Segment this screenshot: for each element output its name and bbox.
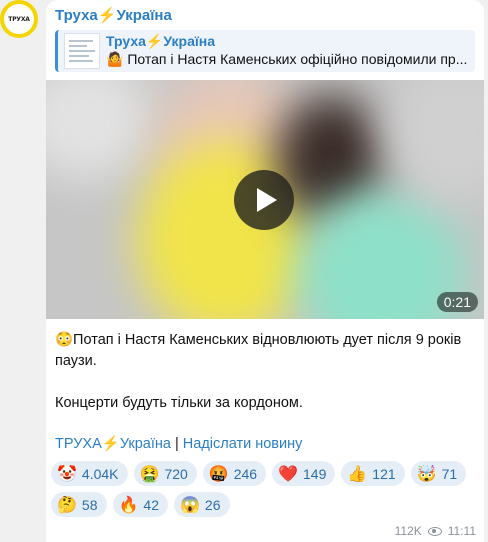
- post-line-2: Концерти будуть тільки за кордоном.: [55, 395, 303, 411]
- reaction-cursing[interactable]: 🤬 246: [202, 461, 267, 486]
- reply-preview[interactable]: Труха⚡Україна 🤷 Потап і Настя Каменських…: [55, 30, 475, 72]
- reaction-count: 71: [441, 465, 458, 482]
- view-count: 112K: [394, 524, 422, 538]
- play-button[interactable]: [234, 170, 294, 230]
- post-links: ТРУХА⚡Україна | Надіслати новину: [55, 435, 302, 452]
- reaction-count: 149: [303, 465, 327, 482]
- message-bubble: Труха⚡Україна Труха⚡Україна 🤷 Потап і На…: [46, 0, 484, 542]
- reply-text: 🤷 Потап і Настя Каменських офіційно пові…: [106, 51, 468, 67]
- cursing-face-icon: 🤬: [208, 465, 229, 483]
- exploding-head-icon: 🤯: [416, 465, 437, 483]
- reaction-count: 720: [164, 465, 188, 482]
- reaction-count: 121: [372, 465, 396, 482]
- thumbs-up-icon: 👍: [347, 465, 368, 483]
- reaction-vomit[interactable]: 🤮 720: [133, 461, 197, 486]
- reaction-clown[interactable]: 🤡 4.04K: [51, 461, 128, 486]
- link-separator: |: [174, 436, 179, 452]
- reaction-heart[interactable]: ❤️ 149: [272, 461, 336, 486]
- reactions-bar: 🤡 4.04K 🤮 720 🤬 246 ❤️ 149 👍 121 🤯 71 🤔 …: [51, 461, 479, 517]
- clown-icon: 🤡: [57, 465, 77, 483]
- channel-link[interactable]: ТРУХА⚡Україна: [55, 436, 171, 452]
- video-duration: 0:21: [436, 292, 478, 312]
- eye-icon: [427, 526, 442, 536]
- vomit-face-icon: 🤮: [139, 465, 160, 483]
- reaction-thumbs-up[interactable]: 👍 121: [341, 461, 405, 486]
- video-player[interactable]: 0:21: [46, 80, 484, 319]
- reaction-exploding-head[interactable]: 🤯 71: [410, 461, 467, 486]
- message-meta: 112K 11:11: [395, 524, 476, 538]
- post-line-1: 😳Потап і Настя Каменських відновлюють ду…: [55, 332, 462, 369]
- message-time: 11:11: [447, 524, 476, 538]
- reaction-scream[interactable]: 😱 26: [174, 492, 230, 517]
- reaction-count: 26: [204, 496, 221, 513]
- reaction-count: 58: [81, 496, 98, 513]
- reply-channel-name: Труха⚡Україна: [106, 33, 216, 49]
- reply-thumbnail: [64, 33, 100, 69]
- reaction-count: 42: [143, 496, 159, 513]
- screaming-face-icon: 😱: [180, 496, 200, 514]
- channel-avatar[interactable]: ТРУХА: [0, 0, 38, 38]
- post-text: 😳Потап і Настя Каменських відновлюють ду…: [55, 330, 475, 414]
- channel-logo-text: ТРУХА: [8, 15, 30, 23]
- fire-icon: 🔥: [118, 496, 139, 514]
- reaction-count: 4.04K: [81, 465, 119, 482]
- reaction-thinking[interactable]: 🤔 58: [51, 492, 107, 517]
- reaction-count: 246: [233, 465, 258, 482]
- heart-icon: ❤️: [278, 465, 298, 483]
- submit-news-link[interactable]: Надіслати новину: [183, 436, 303, 452]
- channel-name[interactable]: Труха⚡Україна: [55, 6, 172, 24]
- reaction-fire[interactable]: 🔥 42: [112, 492, 168, 517]
- thinking-face-icon: 🤔: [57, 496, 77, 514]
